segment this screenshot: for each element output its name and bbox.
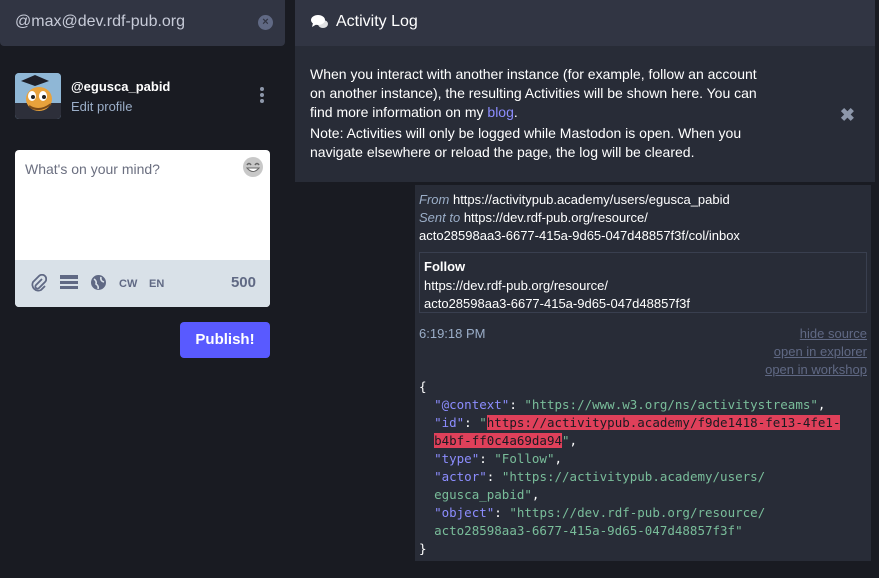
- hide-source-link[interactable]: hide source: [765, 325, 867, 343]
- activity-json-source: { "@context": "https://www.w3.org/ns/act…: [419, 379, 841, 556]
- search-clear-icon[interactable]: ×: [258, 15, 273, 30]
- activity-timestamp: 6:19:18 PM: [419, 326, 486, 341]
- column-header[interactable]: Activity Log: [295, 0, 875, 46]
- compose-toolbar: CW EN 500: [15, 260, 270, 307]
- sent-to-url: https://dev.rdf-pub.org/resource/: [463, 210, 648, 225]
- kebab-menu-icon[interactable]: [259, 87, 265, 103]
- language-button[interactable]: EN: [149, 274, 164, 294]
- paperclip-icon[interactable]: [31, 273, 48, 294]
- avatar[interactable]: [15, 73, 61, 119]
- activity-summary: Follow https://dev.rdf-pub.org/resource/…: [419, 252, 867, 313]
- edit-profile-link[interactable]: Edit profile: [71, 99, 132, 114]
- blog-link[interactable]: blog: [487, 104, 513, 120]
- poll-icon[interactable]: [59, 274, 79, 294]
- activity-meta: From https://activitypub.academy/users/e…: [419, 192, 740, 243]
- left-column: @max@dev.rdf-pub.org × @egusca_pabid Edi…: [0, 0, 285, 578]
- activity-entry: From https://activitypub.academy/users/e…: [415, 185, 871, 561]
- character-counter: 500: [230, 274, 256, 291]
- activity-log-notice: When you interact with another instance …: [295, 46, 875, 182]
- compose-form: What's on your mind? CW EN 500: [15, 150, 270, 307]
- comments-icon: [311, 14, 329, 30]
- close-icon[interactable]: ✖: [840, 105, 855, 126]
- column-title: Activity Log: [336, 13, 418, 30]
- cw-button[interactable]: CW: [119, 274, 137, 294]
- account-panel: @egusca_pabid Edit profile: [15, 73, 275, 121]
- activity-log-column: Activity Log When you interact with anot…: [295, 0, 875, 578]
- search-value[interactable]: @max@dev.rdf-pub.org: [15, 13, 185, 31]
- open-in-workshop-link[interactable]: open in workshop: [765, 361, 867, 379]
- from-url: https://activitypub.academy/users/egusca…: [452, 192, 730, 207]
- emoji-icon[interactable]: [242, 156, 264, 178]
- account-handle[interactable]: @egusca_pabid: [71, 79, 170, 94]
- activity-object: https://dev.rdf-pub.org/resource/ acto28…: [424, 278, 691, 311]
- notice-paragraph-1: When you interact with another instance …: [310, 66, 757, 120]
- activity-type: Follow: [424, 259, 466, 274]
- open-in-explorer-link[interactable]: open in explorer: [765, 343, 867, 361]
- publish-button[interactable]: Publish!: [180, 322, 270, 358]
- globe-icon[interactable]: [90, 274, 107, 294]
- activity-links: hide source open in explorer open in wor…: [765, 325, 867, 379]
- search-input[interactable]: @max@dev.rdf-pub.org ×: [0, 0, 285, 46]
- notice-paragraph-2: Note: Activities will only be logged whi…: [310, 125, 742, 160]
- compose-textarea[interactable]: What's on your mind?: [25, 161, 160, 177]
